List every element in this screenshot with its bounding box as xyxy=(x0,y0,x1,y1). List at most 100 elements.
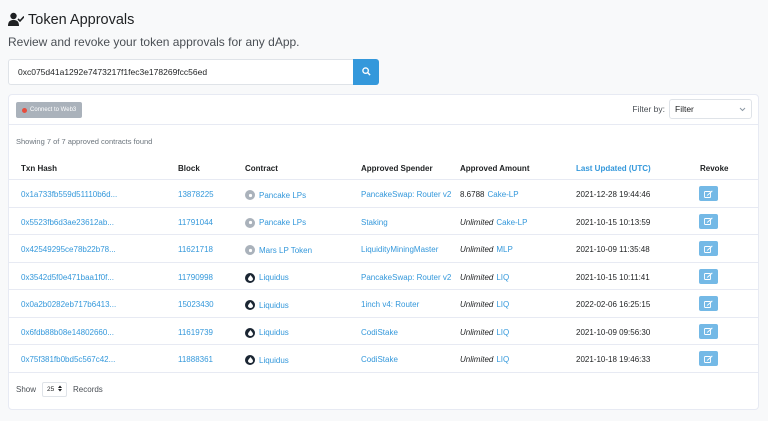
table-row: 0x3542d5f0e471baa1f0f... 11790998 Liquidus… xyxy=(9,263,758,290)
connect-web3-label: Connect to Web3 xyxy=(30,107,77,113)
col-last-updated[interactable]: Last Updated (UTC) xyxy=(576,164,651,173)
token-icon xyxy=(245,217,255,228)
revoke-button[interactable] xyxy=(699,323,718,339)
revoke-button[interactable] xyxy=(699,186,718,201)
table-row: 0x1a733fb559d51110b6d... 13878225 Pancake … xyxy=(9,180,758,208)
amount-token-link[interactable]: LIQ xyxy=(496,300,509,309)
page-title-row: Token Approvals xyxy=(8,10,134,30)
table-row: 0x42549295ce78b22b78... 11621718 Mars LP T… xyxy=(9,235,758,263)
approved-amount: Unlimited LIQ xyxy=(460,273,509,282)
block-link[interactable]: 11791044 xyxy=(178,218,213,227)
approved-amount: Unlimited MLP xyxy=(460,245,513,254)
table-row: 0x0a2b0282eb717b6413... 15023430 Liquidus 1… xyxy=(9,290,758,318)
records-label: Records xyxy=(73,385,103,394)
token-icon xyxy=(245,245,255,255)
edit-icon xyxy=(704,242,713,256)
filter-label: Filter by: xyxy=(632,104,665,114)
col-contract: Contract xyxy=(245,164,278,173)
contract-name: Liquidus xyxy=(259,273,289,282)
status-dot-icon xyxy=(22,107,27,113)
token-icon xyxy=(245,190,255,200)
last-updated: 2022-02-06 16:25:15 xyxy=(576,300,651,309)
amount-value: Unlimited xyxy=(460,245,494,254)
spender-link[interactable]: 1inch v4: Router xyxy=(361,300,419,309)
contract-link[interactable]: Liquidus xyxy=(245,355,289,365)
token-icon xyxy=(245,272,255,283)
contract-link[interactable]: Pancake LPs xyxy=(245,190,306,200)
revoke-button[interactable] xyxy=(699,296,718,311)
filter-select[interactable]: Filter xyxy=(669,99,752,119)
block-link[interactable]: 11888361 xyxy=(178,355,213,364)
txn-hash-link[interactable]: 0x42549295ce78b22b78... xyxy=(21,245,116,254)
table-row: 0x6fdb88b08e14802660... 11619739 Liquidus C… xyxy=(9,318,758,345)
col-txn-hash: Txn Hash xyxy=(21,164,58,173)
sort-arrows-icon xyxy=(58,385,63,394)
page-title: Token Approvals xyxy=(28,12,135,28)
last-updated: 2021-10-09 11:35:48 xyxy=(576,245,650,254)
txn-hash-link[interactable]: 0x5523fb6d3ae23612ab... xyxy=(21,218,114,227)
spender-link[interactable]: LiquidityMiningMaster xyxy=(361,245,438,254)
block-link[interactable]: 11619739 xyxy=(178,328,213,337)
amount-value: Unlimited xyxy=(460,327,494,337)
results-summary: Showing 7 of 7 approved contracts found xyxy=(16,137,153,146)
amount-token-link[interactable]: Cake-LP xyxy=(496,218,527,227)
txn-hash-link[interactable]: 0x0a2b0282eb717b6413... xyxy=(21,300,116,309)
approved-amount: Unlimited Cake-LP xyxy=(460,218,527,227)
amount-value: Unlimited xyxy=(460,355,494,364)
amount-token-link[interactable]: Cake-LP xyxy=(487,190,518,199)
filter-selected-value: Filter xyxy=(675,104,694,114)
txn-hash-link[interactable]: 0x75f381fb0bd5c567c42... xyxy=(21,355,115,364)
page-size-select[interactable]: 25 xyxy=(42,382,68,397)
txn-hash-link[interactable]: 0x6fdb88b08e14802660... xyxy=(21,328,114,337)
amount-token-link[interactable]: LIQ xyxy=(496,273,509,282)
spender-link[interactable]: CodiStake xyxy=(361,328,398,337)
contract-link[interactable]: Liquidus xyxy=(245,300,289,310)
show-label: Show xyxy=(16,385,37,394)
block-link[interactable]: 15023430 xyxy=(178,300,214,309)
approvals-card: Connect to Web3 Filter by: Filter Showin… xyxy=(8,94,759,410)
address-search-bar xyxy=(8,59,379,85)
address-search-input[interactable] xyxy=(8,59,353,85)
amount-token-link[interactable]: LIQ xyxy=(496,328,509,337)
connect-web3-button[interactable]: Connect to Web3 xyxy=(16,102,83,118)
amount-token-link[interactable]: LIQ xyxy=(496,355,509,364)
contract-link[interactable]: Mars LP Token xyxy=(245,245,312,255)
spender-link[interactable]: Staking xyxy=(361,218,388,227)
table-row: 0x75f381fb0bd5c567c42... 11888361 Liquidus… xyxy=(9,345,758,373)
edit-icon xyxy=(704,352,713,366)
page-subtitle: Review and revoke your token approvals f… xyxy=(8,35,300,49)
last-updated: 2021-10-09 09:56:30 xyxy=(576,327,651,337)
revoke-button[interactable] xyxy=(699,351,718,366)
contract-name: Pancake LPs xyxy=(259,190,307,200)
contract-name: Liquidus xyxy=(259,300,289,310)
revoke-button[interactable] xyxy=(699,213,718,229)
page-header: Token Approvals xyxy=(8,10,134,30)
spender-link[interactable]: PancakeSwap: Router v2 xyxy=(361,190,451,199)
contract-link[interactable]: Liquidus xyxy=(245,327,289,338)
block-link[interactable]: 13878225 xyxy=(178,190,214,199)
revoke-button[interactable] xyxy=(699,268,718,284)
search-button[interactable] xyxy=(353,59,379,85)
last-updated: 2021-10-18 19:46:33 xyxy=(576,355,651,364)
spender-link[interactable]: PancakeSwap: Router v2 xyxy=(361,273,451,282)
edit-icon xyxy=(704,297,713,311)
txn-hash-link[interactable]: 0x3542d5f0e471baa1f0f... xyxy=(21,273,114,282)
contract-link[interactable]: Pancake LPs xyxy=(245,217,306,228)
spender-link[interactable]: CodiStake xyxy=(361,355,398,364)
last-updated: 2021-10-15 10:13:59 xyxy=(576,217,651,227)
edit-icon xyxy=(704,269,713,283)
pagination-footer: Show 25 Records xyxy=(16,382,103,397)
txn-hash-link[interactable]: 0x1a733fb559d51110b6d... xyxy=(21,190,117,199)
amount-token-link[interactable]: MLP xyxy=(496,245,512,254)
revoke-button[interactable] xyxy=(699,241,718,256)
contract-link[interactable]: Liquidus xyxy=(245,272,289,283)
chevron-down-icon xyxy=(739,104,746,114)
contract-name: Mars LP Token xyxy=(259,245,313,255)
token-icon xyxy=(245,300,255,310)
card-header: Connect to Web3 Filter by: Filter xyxy=(9,95,758,125)
block-link[interactable]: 11790998 xyxy=(178,273,213,282)
col-block: Block xyxy=(178,164,200,173)
token-icon xyxy=(245,355,255,365)
approved-amount: 8.6788 Cake-LP xyxy=(460,190,519,199)
block-link[interactable]: 11621718 xyxy=(178,245,213,254)
